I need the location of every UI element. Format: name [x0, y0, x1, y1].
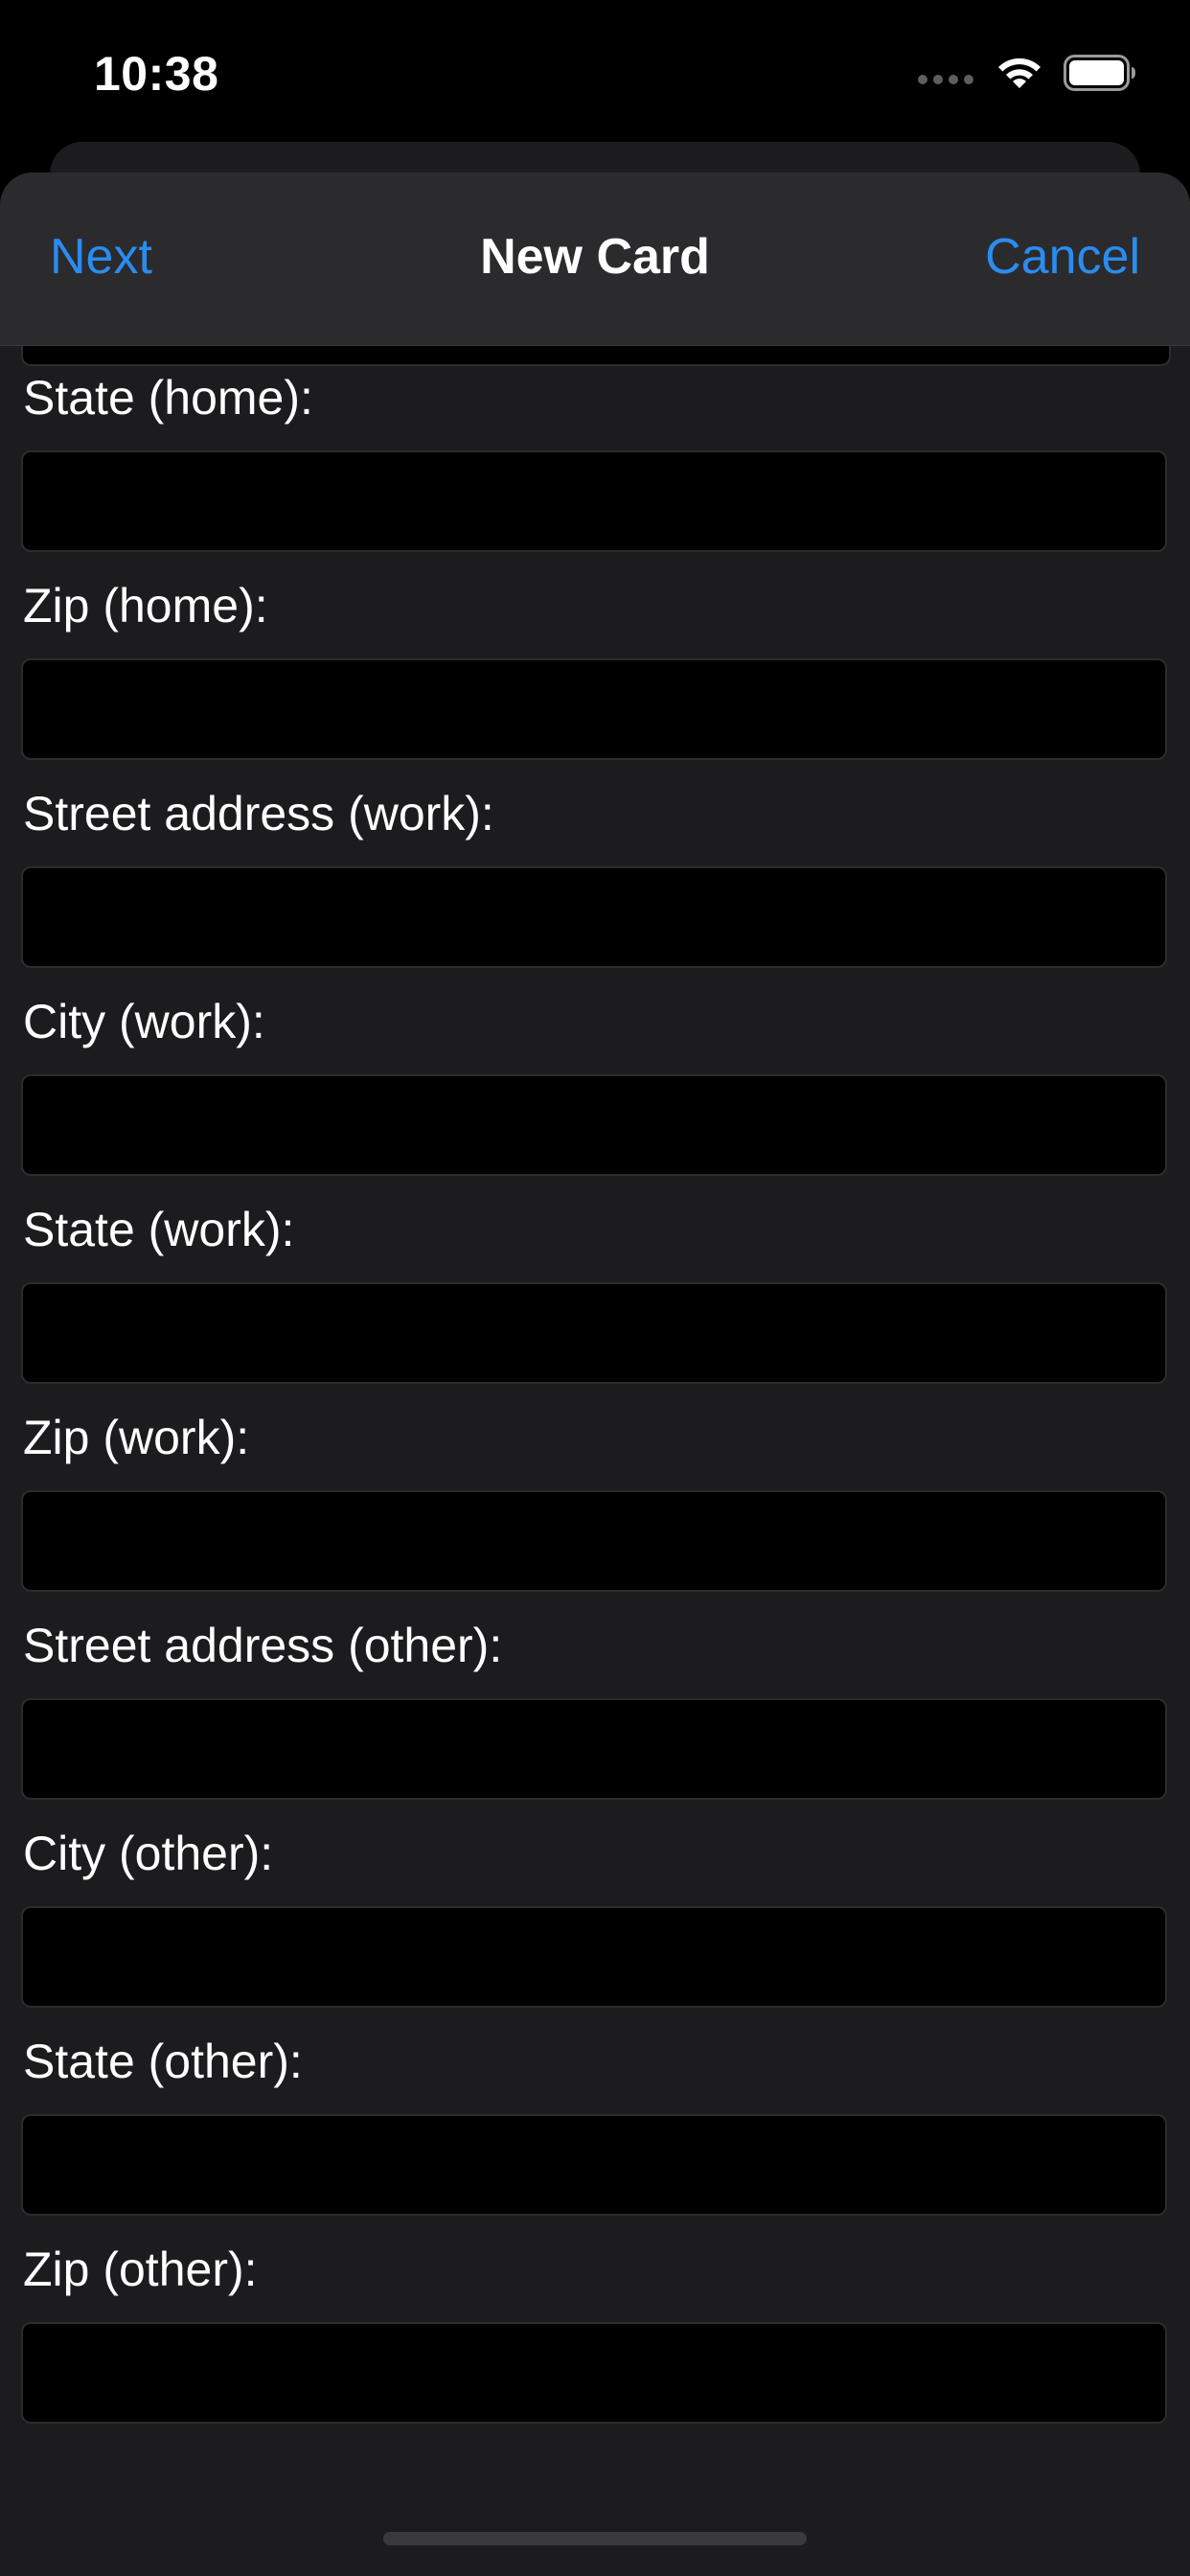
city-work-input[interactable] [21, 1074, 1167, 1176]
field-label: City (work): [23, 995, 265, 1048]
field-label: State (work): [23, 1203, 295, 1256]
field-zip-work: Zip (work): [0, 1402, 1190, 1611]
field-label: Zip (home): [23, 579, 268, 632]
field-state-work: State (work): [0, 1194, 1190, 1403]
field-state-other: State (other): [0, 2026, 1190, 2235]
battery-icon [1064, 55, 1135, 91]
state-work-input[interactable] [21, 1282, 1167, 1384]
state-home-input[interactable] [21, 450, 1167, 552]
field-label: Zip (other): [23, 2242, 258, 2296]
field-label: City (other): [23, 1827, 274, 1880]
state-other-input[interactable] [21, 2114, 1167, 2216]
zip-home-input[interactable] [21, 658, 1167, 760]
field-city-other: City (other): [0, 1818, 1190, 2027]
field-label: Street address (other): [23, 1619, 503, 1672]
field-label: State (other): [23, 2035, 303, 2088]
street-work-input[interactable] [21, 866, 1167, 968]
city-other-input[interactable] [21, 1906, 1167, 2008]
field-label: Street address (work): [23, 787, 494, 840]
field-label: State (home): [23, 371, 313, 425]
screen: 10:38 Next New Card Cancel State (home):… [0, 0, 1190, 2576]
cancel-button[interactable]: Cancel [985, 228, 1140, 286]
field-zip-other: Zip (other): [0, 2234, 1190, 2443]
wifi-icon [998, 58, 1041, 88]
status-time: 10:38 [94, 47, 219, 101]
field-street-work: Street address (work): [0, 778, 1190, 987]
status-icons [918, 54, 1136, 92]
status-bar: 10:38 [0, 0, 1190, 144]
navigation-bar: Next New Card Cancel [0, 172, 1190, 346]
new-card-sheet: Next New Card Cancel State (home): Zip (… [0, 172, 1190, 2576]
field-city-work: City (work): [0, 986, 1190, 1195]
field-state-home: State (home): [0, 362, 1190, 571]
field-zip-home: Zip (home): [0, 570, 1190, 779]
zip-work-input[interactable] [21, 1490, 1167, 1592]
field-street-other: Street address (other): [0, 1610, 1190, 1819]
home-indicator[interactable] [383, 2532, 807, 2545]
form-scroll-area[interactable]: State (home): Zip (home): Street address… [0, 345, 1190, 2576]
cellular-signal-icon [918, 75, 973, 84]
street-other-input[interactable] [21, 1698, 1167, 1800]
field-label: Zip (work): [23, 1411, 250, 1464]
zip-other-input[interactable] [21, 2322, 1167, 2424]
